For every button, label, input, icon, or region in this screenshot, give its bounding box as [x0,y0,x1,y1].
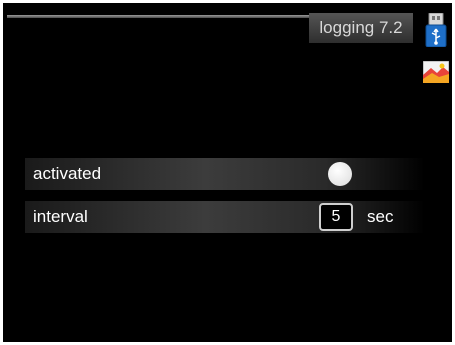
usb-icon[interactable] [425,13,447,47]
interval-label: interval [33,207,88,226]
activated-label: activated [33,164,102,183]
interval-value-field[interactable]: 5 [319,203,353,231]
interval-row[interactable]: interval 5 sec [25,201,425,233]
interval-unit: sec [367,207,394,226]
system-icon[interactable] [423,61,449,83]
activated-row[interactable]: activated [25,158,425,190]
header-line [7,15,309,18]
activated-toggle[interactable] [328,162,352,186]
display-screen: logging 7.2 activated interval 5 sec [3,3,452,342]
page-title: logging 7.2 [309,13,413,43]
